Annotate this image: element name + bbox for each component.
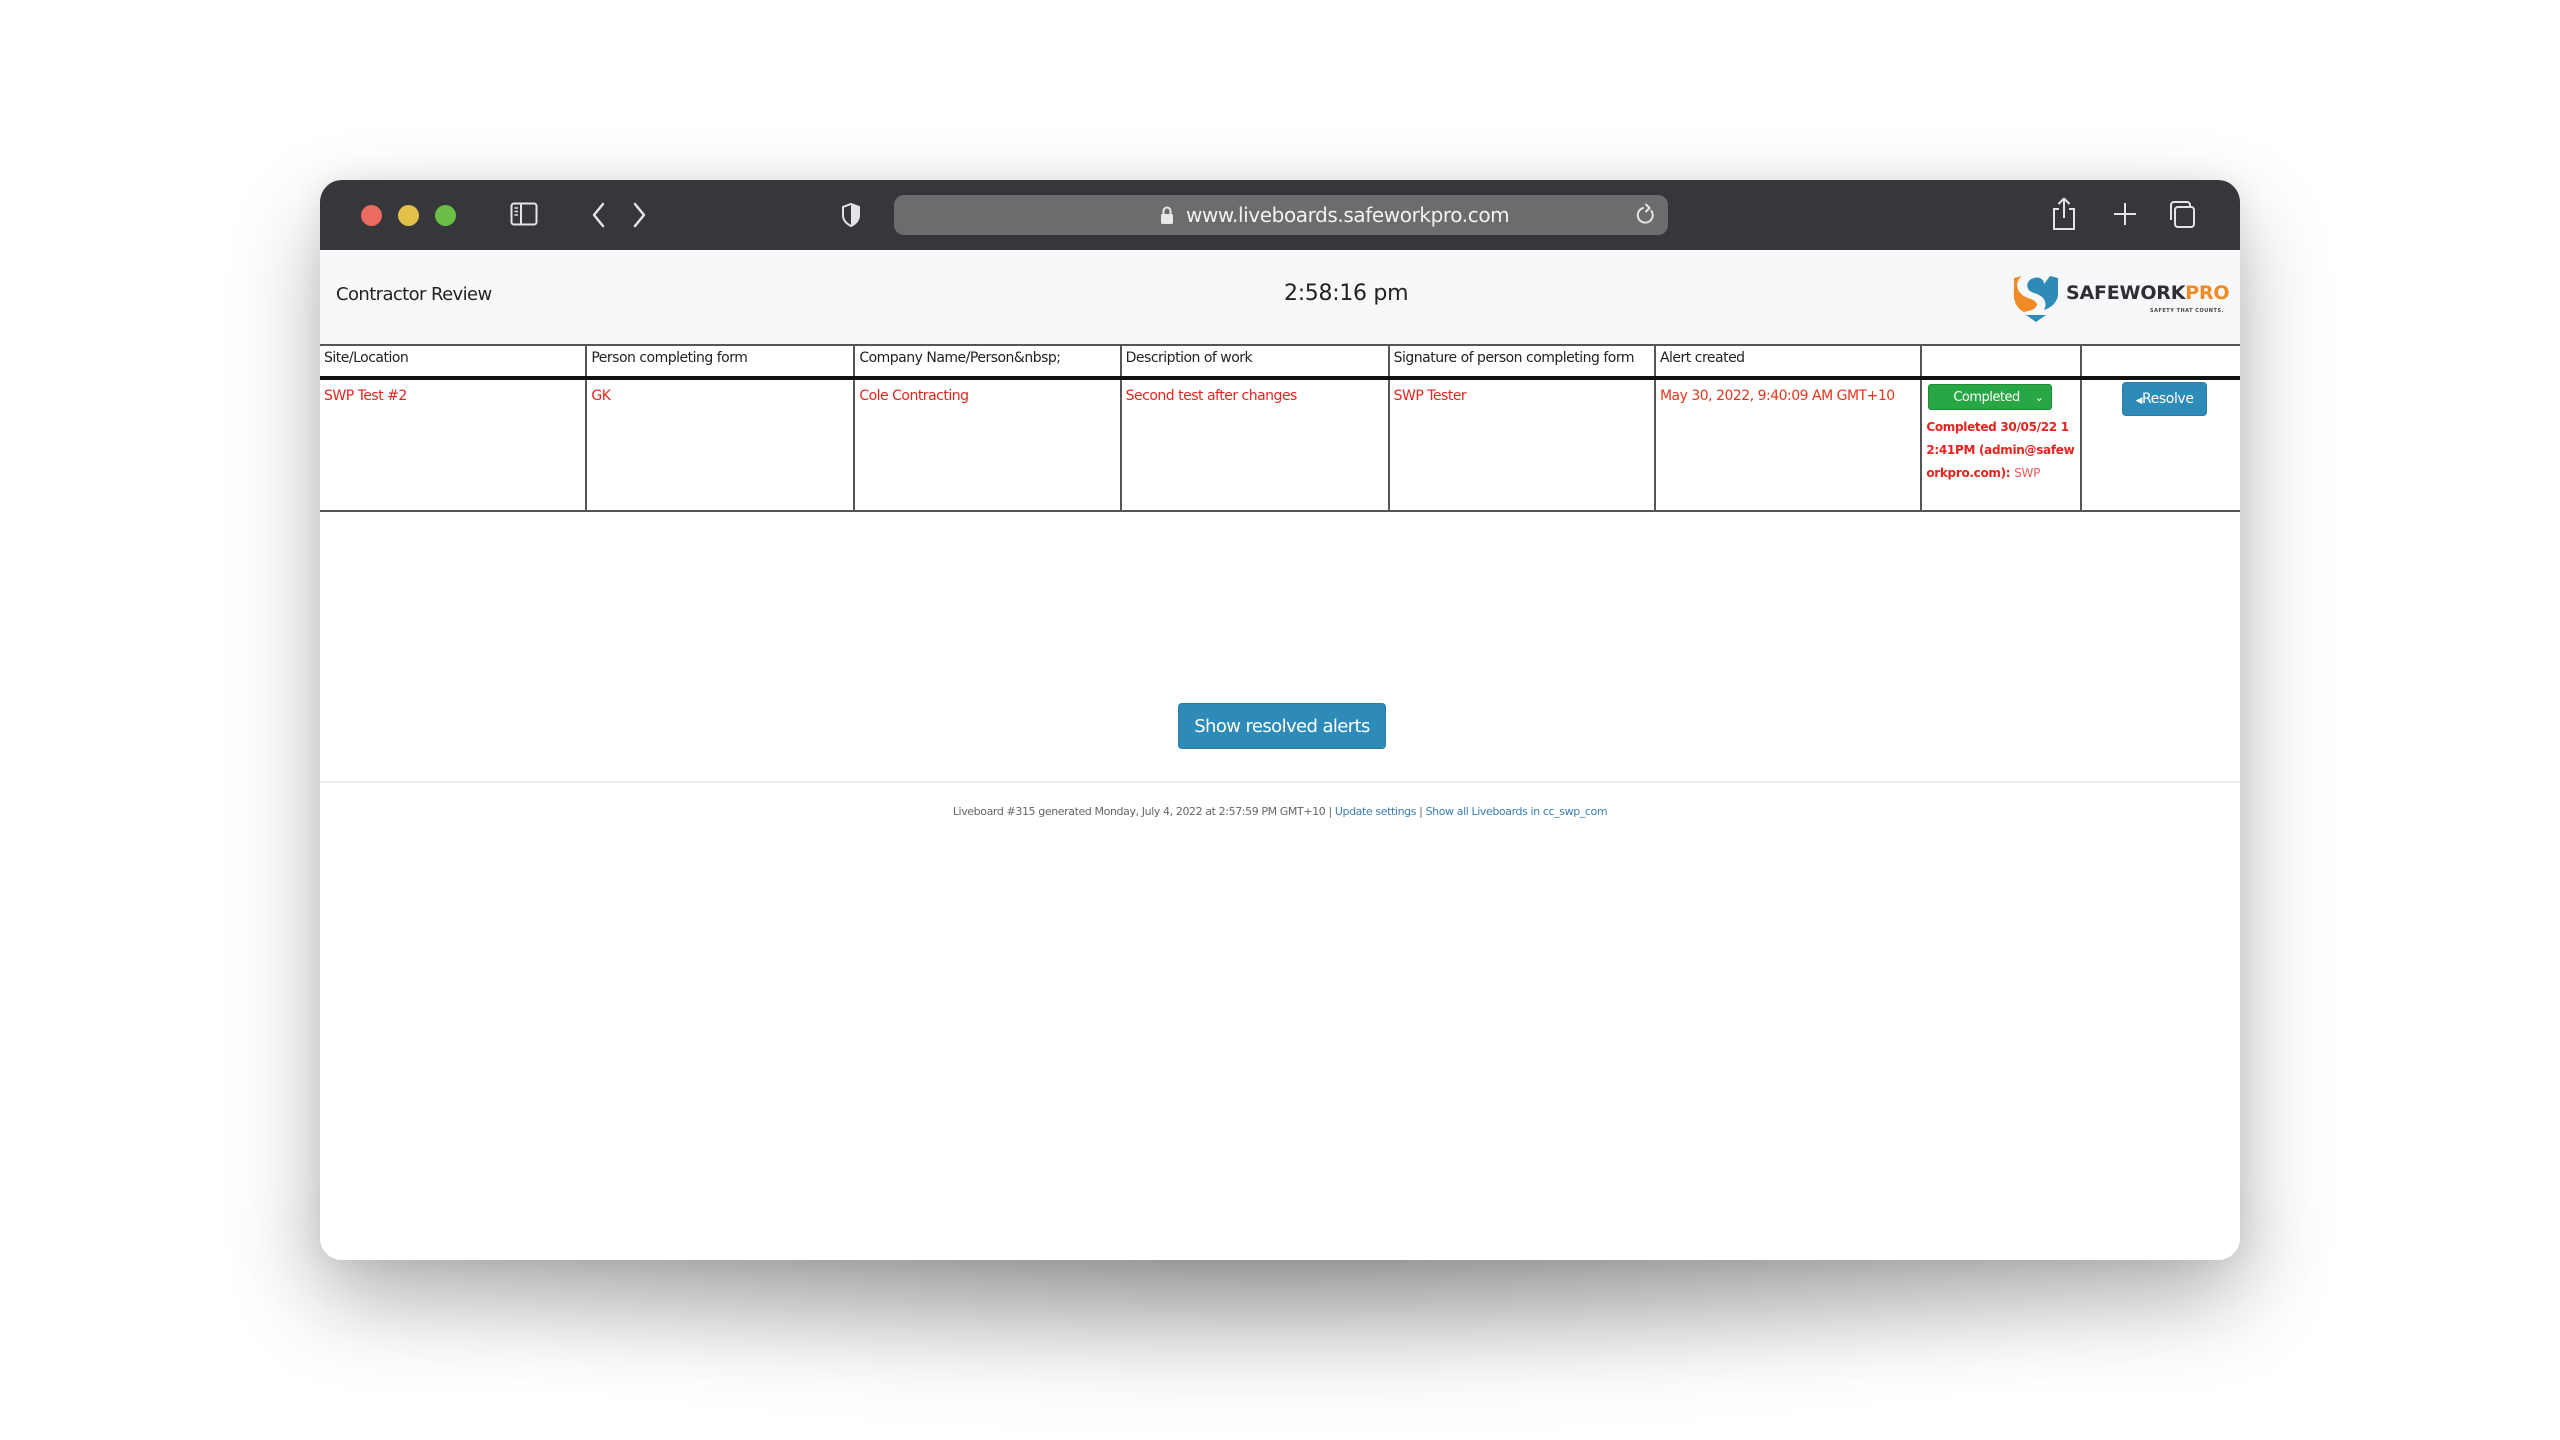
share-icon[interactable] <box>2050 196 2078 232</box>
column-header-description: Description of work <box>1119 344 1390 380</box>
column-header-signature: Signature of person completing form <box>1387 344 1656 380</box>
logo-wordmark: SAFEWORKPRO <box>2066 282 2230 304</box>
back-icon[interactable] <box>588 200 610 230</box>
cell-company: Cole Contracting <box>853 377 1122 512</box>
column-header-alert-created: Alert created <box>1653 344 1923 380</box>
update-settings-link[interactable]: Update settings <box>1335 805 1417 818</box>
column-header-person: Person completing form <box>585 344 856 380</box>
table-header-row: Site/Location Person completing form Com… <box>320 344 2240 380</box>
lock-icon <box>1160 206 1174 224</box>
cell-alert-created: May 30, 2022, 9:40:09 AM GMT+10 <box>1653 377 1923 512</box>
url-text[interactable]: www.liveboards.safeworkpro.com <box>1186 203 1510 227</box>
reload-icon[interactable] <box>1634 203 1658 227</box>
new-tab-icon[interactable] <box>2110 198 2140 230</box>
address-bar[interactable]: www.liveboards.safeworkpro.com <box>894 195 1668 235</box>
cell-action: ◀Resolve <box>2080 377 2240 512</box>
column-header-action <box>2080 344 2240 380</box>
footer: Liveboard #315 generated Monday, July 4,… <box>952 805 1608 818</box>
footer-generated-text: Liveboard #315 generated Monday, July 4,… <box>952 805 1335 818</box>
alerts-table: Site/Location Person completing form Com… <box>320 344 2240 512</box>
safeworkpro-logo: SAFEWORKPRO SAFETY THAT COUNTS. <box>2010 268 2230 326</box>
close-window-button[interactable] <box>361 205 382 226</box>
logo-tagline: SAFETY THAT COUNTS. <box>2150 308 2224 314</box>
tabs-overview-icon[interactable] <box>2166 198 2198 230</box>
zoom-window-button[interactable] <box>435 205 456 226</box>
minimize-window-button[interactable] <box>398 205 419 226</box>
cell-description: Second test after changes <box>1119 377 1390 512</box>
cell-status: Completed ⌄ Completed 30/05/22 12:41PM (… <box>1920 377 2083 512</box>
clock: 2:58:16 pm <box>1284 281 1409 306</box>
browser-toolbar: www.liveboards.safeworkpro.com <box>320 180 2240 253</box>
divider <box>320 781 2240 783</box>
resolve-button[interactable]: ◀Resolve <box>2122 382 2207 416</box>
table-row: SWP Test #2 GK Cole Contracting Second t… <box>320 377 2240 512</box>
status-note-by: SWP <box>2014 466 2041 480</box>
forward-icon[interactable] <box>628 200 650 230</box>
page-header: Contractor Review 2:58:16 pm SAFEWORKPRO… <box>320 250 2240 344</box>
browser-window: www.liveboards.safeworkpro.com Contracto… <box>320 180 2240 1260</box>
cell-site: SWP Test #2 <box>320 377 588 512</box>
column-header-company: Company Name/Person&nbsp; <box>853 344 1122 380</box>
column-header-site: Site/Location <box>320 344 588 380</box>
status-select-value: Completed <box>1953 389 2020 405</box>
status-note: Completed 30/05/22 12:41PM (admin@safewo… <box>1926 420 2075 480</box>
logo-shield-icon <box>2013 276 2058 322</box>
status-select[interactable]: Completed ⌄ <box>1928 384 2053 410</box>
page-content: Contractor Review 2:58:16 pm SAFEWORKPRO… <box>320 250 2240 1260</box>
chevron-down-icon: ⌄ <box>2034 390 2044 404</box>
cell-person: GK <box>585 377 856 512</box>
show-all-liveboards-link[interactable]: Show all Liveboards in cc_swp_com <box>1426 805 1608 818</box>
cell-signature: SWP Tester <box>1387 377 1656 512</box>
sidebar-icon[interactable] <box>510 202 538 226</box>
column-header-status <box>1920 344 2083 380</box>
privacy-shield-icon[interactable] <box>840 202 862 228</box>
page-title: Contractor Review <box>336 284 492 305</box>
show-resolved-alerts-button[interactable]: Show resolved alerts <box>1178 703 1386 749</box>
